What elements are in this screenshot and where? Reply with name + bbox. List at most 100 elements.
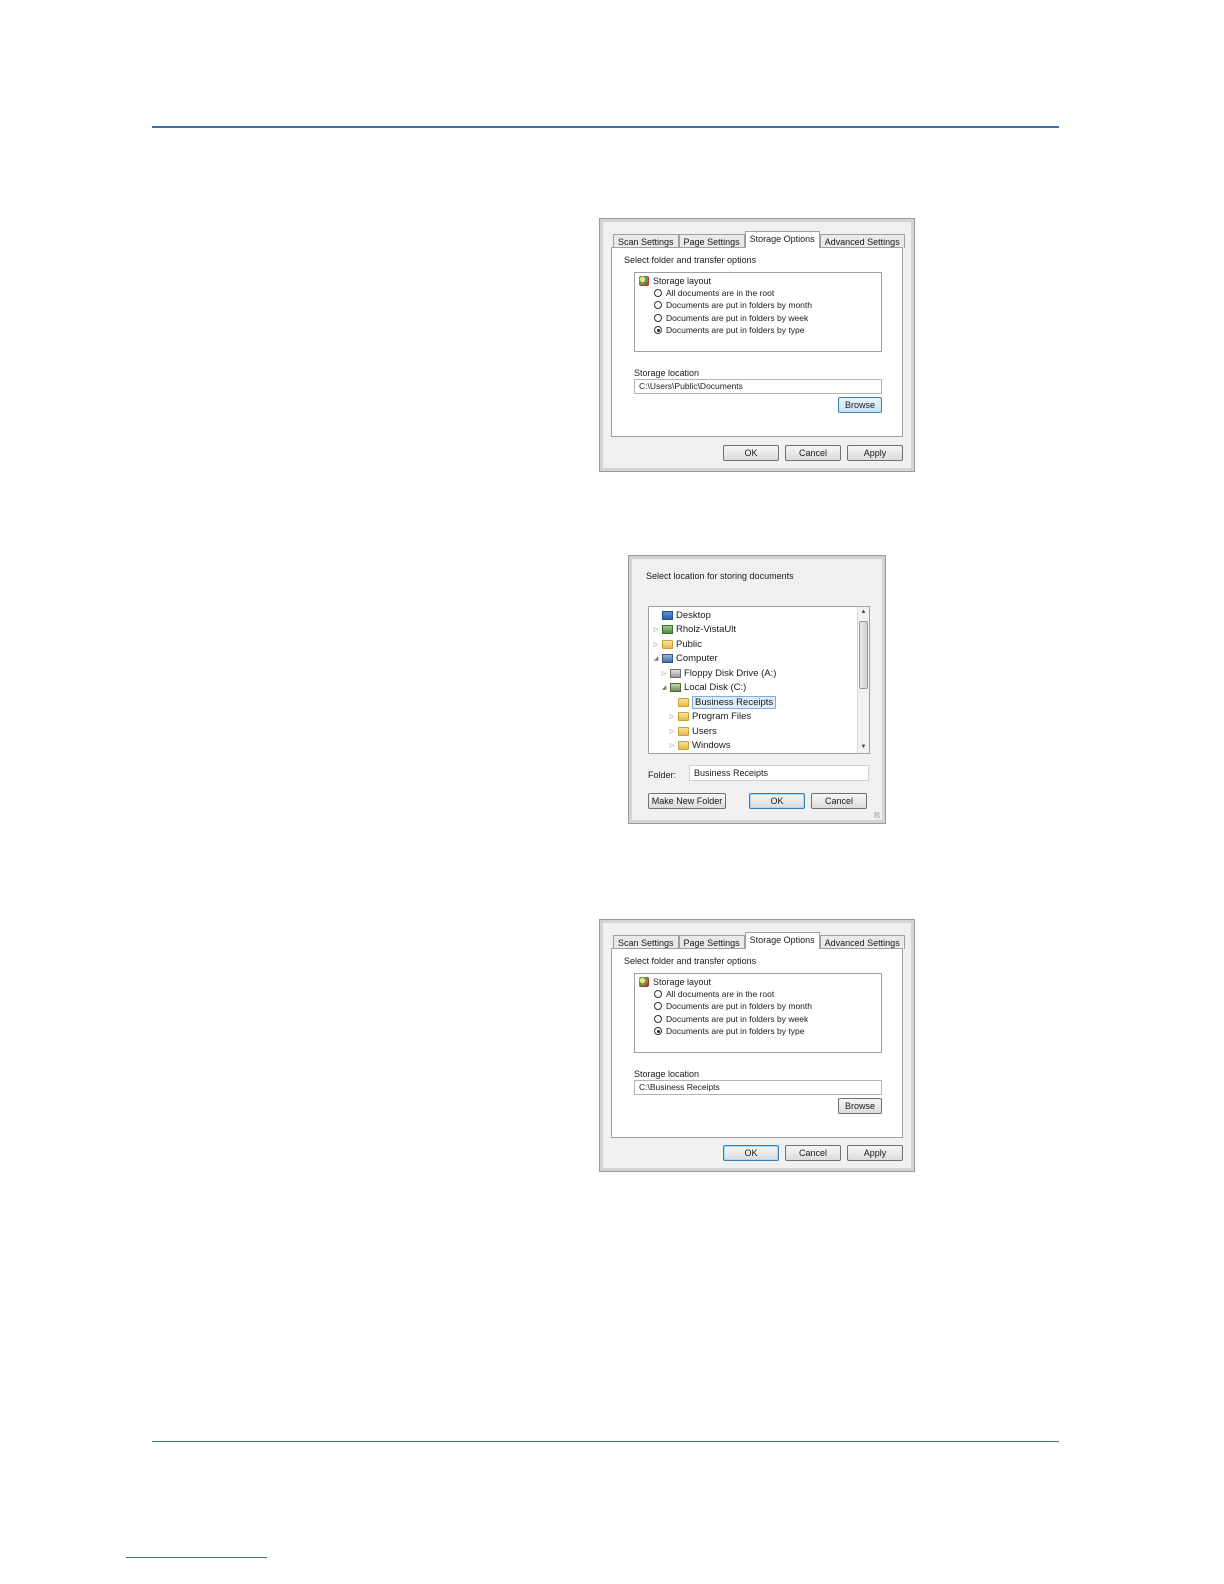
radio-label: Documents are put in folders by week xyxy=(666,313,809,323)
tree-item-local-disk[interactable]: ◢ Local Disk (C:) xyxy=(661,681,747,694)
cancel-button[interactable]: Cancel xyxy=(811,793,867,809)
tree-item-floppy[interactable]: ▷ Floppy Disk Drive (A:) xyxy=(661,667,777,680)
browse-button[interactable]: Browse xyxy=(838,397,882,413)
expander-icon[interactable]: ▷ xyxy=(669,742,675,749)
radio-label: Documents are put in folders by type xyxy=(666,1026,805,1036)
tree-item-label: Computer xyxy=(676,653,718,664)
radio-button[interactable] xyxy=(654,314,662,322)
storage-options-panel: Select folder and transfer options Stora… xyxy=(611,948,903,1138)
expander-icon[interactable]: ▷ xyxy=(653,641,659,648)
expander-icon[interactable]: ▷ xyxy=(653,626,659,633)
storage-location-field[interactable]: C:\Users\Public\Documents xyxy=(634,379,882,394)
expander-icon[interactable]: ▷ xyxy=(669,728,675,735)
section-title: Select folder and transfer options xyxy=(624,255,757,265)
radio-label: All documents are in the root xyxy=(666,989,775,999)
radio-button[interactable] xyxy=(654,301,662,309)
make-new-folder-button[interactable]: Make New Folder xyxy=(648,793,726,809)
tab-strip: Scan Settings Page Settings Storage Opti… xyxy=(613,932,905,949)
tree-item-label: Desktop xyxy=(676,610,711,621)
tree-item-label: Floppy Disk Drive (A:) xyxy=(684,668,777,679)
folder-icon xyxy=(662,640,673,649)
ok-button[interactable]: OK xyxy=(749,793,805,809)
tab-storage-options[interactable]: Storage Options xyxy=(744,932,820,949)
apply-button[interactable]: Apply xyxy=(847,445,903,461)
local-disk-icon xyxy=(670,683,681,692)
folder-icon xyxy=(678,741,689,750)
expander-icon[interactable]: ◢ xyxy=(653,655,659,662)
scroll-up-icon[interactable]: ▲ xyxy=(858,607,869,618)
storage-options-dialog-after: Scan Settings Page Settings Storage Opti… xyxy=(599,919,915,1172)
storage-layout-icon xyxy=(639,276,649,286)
expander-icon[interactable]: ▷ xyxy=(661,670,667,677)
scroll-down-icon[interactable]: ▼ xyxy=(858,742,869,753)
storage-layout-title: Storage layout xyxy=(653,977,712,987)
tree-item-program-files[interactable]: ▷ Program Files xyxy=(669,710,751,723)
tree-item-label: Rholz-VistaUlt xyxy=(676,624,737,635)
folder-icon xyxy=(678,698,689,707)
tree-item-business-receipts[interactable]: Business Receipts xyxy=(669,696,777,709)
tab-scan-settings[interactable]: Scan Settings xyxy=(613,935,679,949)
tree-item-windows[interactable]: ▷ Windows xyxy=(669,739,731,752)
tree-scrollbar[interactable]: ▲ ▼ xyxy=(857,607,869,753)
folder-field[interactable]: Business Receipts xyxy=(689,765,869,781)
folder-icon xyxy=(678,712,689,721)
header-rule xyxy=(152,126,1059,128)
radio-week[interactable]: Documents are put in folders by week xyxy=(654,313,808,323)
tree-item-computer[interactable]: ◢ Computer xyxy=(653,652,718,665)
radio-button[interactable] xyxy=(654,289,662,297)
tab-advanced-settings[interactable]: Advanced Settings xyxy=(819,935,905,949)
tree-item-desktop[interactable]: Desktop xyxy=(653,609,711,622)
tree-item-label: Windows xyxy=(692,740,731,751)
apply-button[interactable]: Apply xyxy=(847,1145,903,1161)
radio-root[interactable]: All documents are in the root xyxy=(654,288,774,298)
tab-advanced-settings[interactable]: Advanced Settings xyxy=(819,234,905,248)
radio-button-selected[interactable] xyxy=(654,1027,662,1035)
storage-layout-icon xyxy=(639,977,649,987)
folder-tree[interactable]: Desktop ▷ Rholz-VistaUlt ▷ Public ◢ Comp… xyxy=(648,606,870,754)
ok-button[interactable]: OK xyxy=(723,445,779,461)
floppy-drive-icon xyxy=(670,669,681,678)
storage-layout-header: Storage layout xyxy=(639,276,711,286)
browse-button[interactable]: Browse xyxy=(838,1098,882,1114)
cancel-button[interactable]: Cancel xyxy=(785,445,841,461)
footer-link-underline xyxy=(126,1557,267,1558)
storage-location-field[interactable]: C:\Business Receipts xyxy=(634,1080,882,1095)
radio-label: Documents are put in folders by week xyxy=(666,1014,809,1024)
radio-type[interactable]: Documents are put in folders by type xyxy=(654,325,804,335)
folder-label: Folder: xyxy=(648,770,677,780)
scrollbar-thumb[interactable] xyxy=(859,621,868,689)
tree-item-users[interactable]: ▷ Users xyxy=(669,725,717,738)
tree-item-label: Program Files xyxy=(692,711,752,722)
tab-storage-options[interactable]: Storage Options xyxy=(744,231,820,248)
storage-layout-group: Storage layout All documents are in the … xyxy=(634,973,882,1053)
radio-button[interactable] xyxy=(654,990,662,998)
radio-button-selected[interactable] xyxy=(654,326,662,334)
tree-item-label: Users xyxy=(692,726,717,737)
tab-page-settings[interactable]: Page Settings xyxy=(678,935,745,949)
desktop-icon xyxy=(662,611,673,620)
radio-month[interactable]: Documents are put in folders by month xyxy=(654,1001,812,1011)
tree-item-label: Business Receipts xyxy=(692,696,777,709)
radio-button[interactable] xyxy=(654,1015,662,1023)
expander-icon[interactable]: ▷ xyxy=(669,713,675,720)
radio-button[interactable] xyxy=(654,1002,662,1010)
tree-item-public[interactable]: ▷ Public xyxy=(653,638,702,651)
radio-label: Documents are put in folders by month xyxy=(666,1001,812,1011)
tab-page-settings[interactable]: Page Settings xyxy=(678,234,745,248)
radio-root[interactable]: All documents are in the root xyxy=(654,989,774,999)
expander-icon[interactable]: ◢ xyxy=(661,684,667,691)
cancel-button[interactable]: Cancel xyxy=(785,1145,841,1161)
tree-item-label: Local Disk (C:) xyxy=(684,682,747,693)
radio-label: Documents are put in folders by type xyxy=(666,325,805,335)
ok-button[interactable]: OK xyxy=(723,1145,779,1161)
user-folder-icon xyxy=(662,625,673,634)
radio-type[interactable]: Documents are put in folders by type xyxy=(654,1026,804,1036)
tree-item-user[interactable]: ▷ Rholz-VistaUlt xyxy=(653,623,736,636)
storage-location-label: Storage location xyxy=(634,1069,700,1079)
resize-grip-icon[interactable] xyxy=(874,812,880,818)
tree-item-label: Public xyxy=(676,639,702,650)
storage-layout-header: Storage layout xyxy=(639,977,711,987)
tab-scan-settings[interactable]: Scan Settings xyxy=(613,234,679,248)
radio-month[interactable]: Documents are put in folders by month xyxy=(654,300,812,310)
radio-week[interactable]: Documents are put in folders by week xyxy=(654,1014,808,1024)
